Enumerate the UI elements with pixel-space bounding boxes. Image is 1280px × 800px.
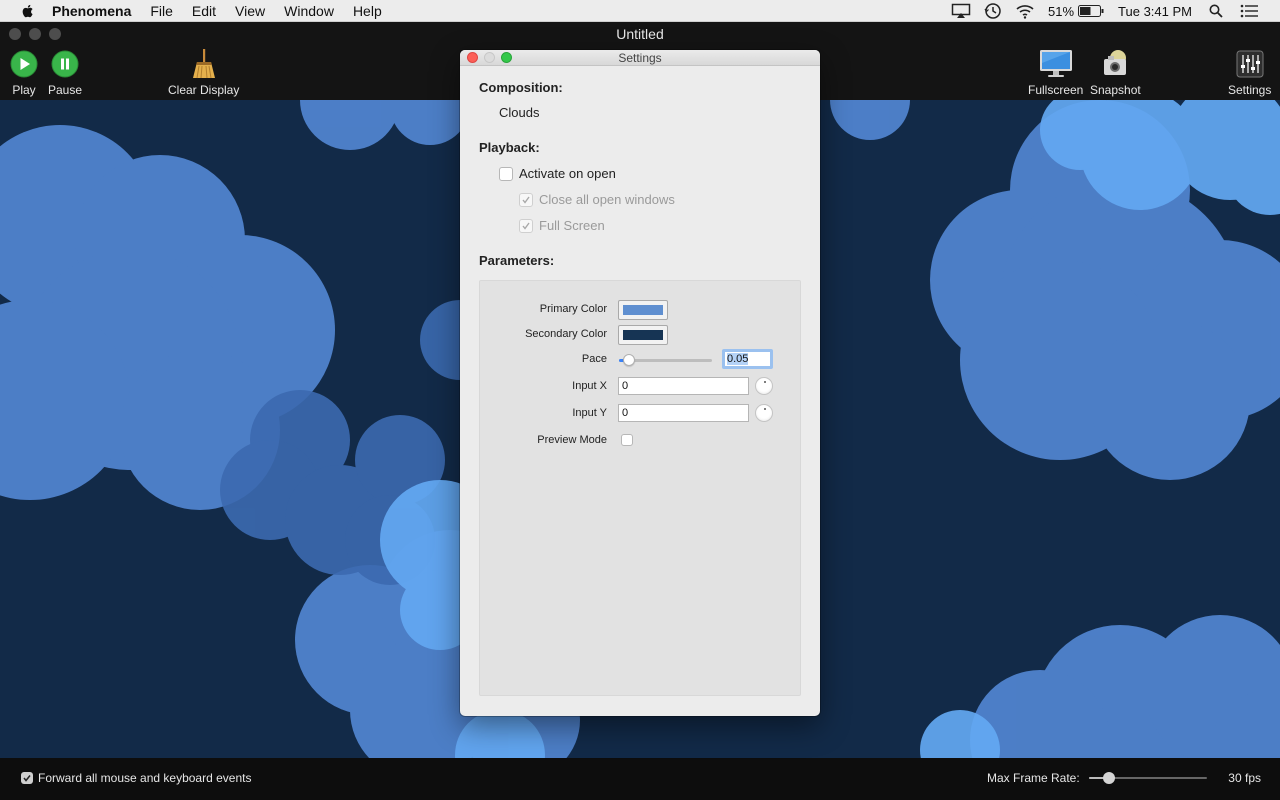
- wifi-icon[interactable]: [1015, 3, 1035, 19]
- clear-display-button[interactable]: Clear Display: [168, 48, 239, 97]
- menu-app-name[interactable]: Phenomena: [52, 0, 131, 22]
- forward-events-checkbox[interactable]: Forward all mouse and keyboard events: [21, 771, 251, 785]
- parameters-box: Primary Color Secondary Color Pace 0.05 …: [479, 280, 801, 696]
- menu-edit[interactable]: Edit: [192, 0, 216, 22]
- sliders-icon: [1236, 48, 1264, 80]
- secondary-color-well[interactable]: [618, 325, 668, 345]
- time-machine-icon[interactable]: [984, 2, 1002, 20]
- play-label: Play: [12, 83, 36, 97]
- battery-status[interactable]: 51%: [1048, 4, 1104, 19]
- menu-view[interactable]: View: [235, 0, 265, 22]
- battery-icon: [1078, 5, 1104, 17]
- primary-color-swatch: [623, 305, 663, 315]
- camera-icon: [1100, 48, 1130, 80]
- settings-title: Settings: [618, 51, 662, 65]
- parameters-heading: Parameters:: [479, 253, 555, 268]
- input-y-label: Input Y: [572, 407, 607, 419]
- composition-value: Clouds: [499, 105, 540, 120]
- notification-center-icon[interactable]: [1240, 4, 1258, 18]
- primary-color-well[interactable]: [618, 300, 668, 320]
- pace-slider[interactable]: [619, 354, 712, 366]
- close-all-windows-checkbox[interactable]: Close all open windows: [519, 192, 675, 207]
- snapshot-label: Snapshot: [1090, 83, 1141, 97]
- menu-help[interactable]: Help: [353, 0, 382, 22]
- pause-button[interactable]: Pause: [48, 48, 82, 97]
- checkmark-icon: [519, 218, 533, 233]
- checkbox-box: [499, 166, 513, 181]
- settings-panel: Settings Composition: Clouds Playback: A…: [460, 50, 820, 716]
- battery-percent: 51%: [1048, 3, 1075, 19]
- menu-bar: Phenomena File Edit View Window Help 51%…: [0, 0, 1280, 22]
- input-x-field[interactable]: 0: [618, 377, 749, 395]
- input-x-label: Input X: [572, 380, 607, 392]
- spotlight-search-icon[interactable]: [1209, 4, 1223, 18]
- window-title: Untitled: [616, 26, 664, 42]
- fullscreen-button[interactable]: Fullscreen: [1028, 48, 1083, 97]
- airplay-icon[interactable]: [951, 3, 971, 19]
- menu-window[interactable]: Window: [284, 0, 334, 22]
- monitor-icon: [1039, 48, 1073, 80]
- pace-input[interactable]: 0.05: [722, 349, 773, 369]
- checkmark-icon: [519, 192, 533, 207]
- play-icon: [10, 48, 38, 80]
- slider-knob[interactable]: [623, 354, 636, 366]
- pause-label: Pause: [48, 83, 83, 97]
- primary-color-label: Primary Color: [539, 303, 607, 315]
- close-all-windows-label: Close all open windows: [539, 192, 675, 207]
- clear-display-label: Clear Display: [168, 83, 240, 97]
- menu-file[interactable]: File: [150, 0, 173, 22]
- max-frame-rate-label: Max Frame Rate:: [987, 771, 1080, 785]
- menubar-clock[interactable]: Tue 3:41 PM: [1118, 4, 1192, 19]
- full-screen-checkbox[interactable]: Full Screen: [519, 218, 605, 233]
- preview-mode-checkbox[interactable]: [621, 434, 633, 446]
- secondary-color-swatch: [623, 330, 663, 340]
- snapshot-button[interactable]: Snapshot: [1090, 48, 1141, 97]
- forward-events-label: Forward all mouse and keyboard events: [38, 771, 252, 785]
- settings-titlebar[interactable]: Settings: [460, 50, 820, 66]
- pace-label: Pace: [581, 353, 607, 365]
- composition-heading: Composition:: [479, 80, 563, 95]
- preview-mode-label: Preview Mode: [537, 434, 607, 446]
- full-screen-label: Full Screen: [539, 218, 605, 233]
- settings-button[interactable]: Settings: [1228, 48, 1271, 97]
- playback-heading: Playback:: [479, 140, 540, 155]
- play-button[interactable]: Play: [10, 48, 38, 97]
- input-y-dial[interactable]: [755, 404, 773, 422]
- status-bar: Forward all mouse and keyboard events Ma…: [0, 758, 1280, 800]
- input-y-field[interactable]: 0: [618, 404, 749, 422]
- checkmark-icon: [21, 772, 33, 784]
- max-frame-rate-value: 30 fps: [1228, 771, 1261, 785]
- max-frame-rate-slider[interactable]: [1089, 772, 1207, 784]
- input-x-dial[interactable]: [755, 377, 773, 395]
- pause-icon: [51, 48, 79, 80]
- apple-icon[interactable]: [20, 3, 36, 19]
- activate-on-open-label: Activate on open: [519, 166, 616, 181]
- slider-knob[interactable]: [1102, 772, 1115, 784]
- settings-label: Settings: [1228, 83, 1272, 97]
- pace-value: 0.05: [727, 353, 749, 365]
- fullscreen-label: Fullscreen: [1028, 83, 1084, 97]
- broom-icon: [190, 48, 218, 80]
- activate-on-open-checkbox[interactable]: Activate on open: [499, 166, 616, 181]
- secondary-color-label: Secondary Color: [525, 328, 607, 340]
